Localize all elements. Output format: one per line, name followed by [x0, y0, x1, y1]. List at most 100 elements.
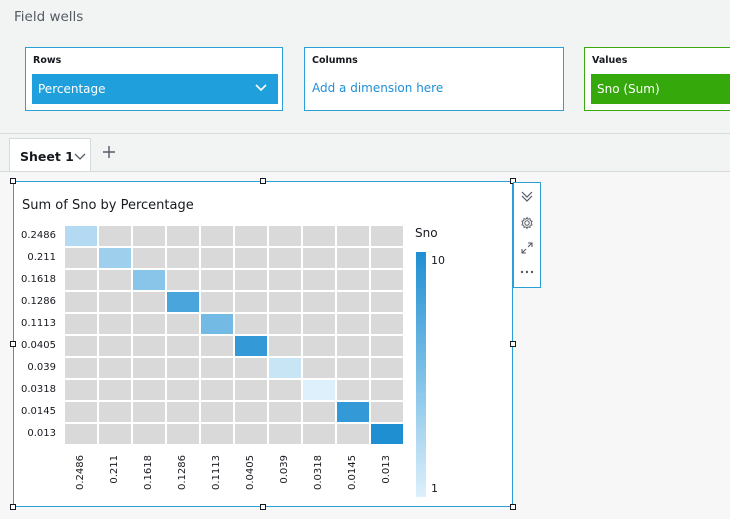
heatmap-cell[interactable]: [200, 401, 234, 423]
heatmap-cell[interactable]: [64, 269, 98, 291]
heatmap-cell[interactable]: [98, 313, 132, 335]
heatmap-cell[interactable]: [200, 423, 234, 445]
heatmap-cell[interactable]: [234, 335, 268, 357]
heatmap-cell[interactable]: [98, 291, 132, 313]
heatmap-cell[interactable]: [234, 423, 268, 445]
heatmap-cell[interactable]: [166, 247, 200, 269]
chevron-down-icon[interactable]: [74, 152, 86, 162]
heatmap-cell[interactable]: [200, 291, 234, 313]
heatmap-cell[interactable]: [268, 357, 302, 379]
heatmap-cell[interactable]: [302, 401, 336, 423]
heatmap-cell[interactable]: [64, 225, 98, 247]
heatmap-cell[interactable]: [200, 335, 234, 357]
gear-icon[interactable]: [520, 216, 534, 230]
heatmap-cell[interactable]: [200, 379, 234, 401]
heatmap-cell[interactable]: [302, 225, 336, 247]
heatmap-cell[interactable]: [336, 423, 370, 445]
resize-handle[interactable]: [10, 341, 16, 347]
heatmap-cell[interactable]: [132, 357, 166, 379]
heatmap-cell[interactable]: [132, 423, 166, 445]
expand-icon[interactable]: [520, 241, 534, 255]
heatmap-cell[interactable]: [302, 269, 336, 291]
heatmap-cell[interactable]: [370, 401, 404, 423]
add-dimension-placeholder[interactable]: Add a dimension here: [312, 81, 443, 95]
heatmap-cell[interactable]: [166, 379, 200, 401]
heatmap-cell[interactable]: [64, 401, 98, 423]
rows-field-pill[interactable]: Percentage: [32, 74, 278, 104]
resize-handle[interactable]: [10, 504, 16, 510]
heatmap-cell[interactable]: [234, 247, 268, 269]
heatmap-cell[interactable]: [132, 269, 166, 291]
more-options-icon[interactable]: [520, 269, 534, 275]
heatmap-cell[interactable]: [200, 247, 234, 269]
heatmap-cell[interactable]: [370, 423, 404, 445]
resize-handle[interactable]: [260, 504, 266, 510]
resize-handle[interactable]: [10, 178, 16, 184]
heatmap-cell[interactable]: [336, 225, 370, 247]
heatmap-cell[interactable]: [302, 423, 336, 445]
heatmap-cell[interactable]: [234, 401, 268, 423]
heatmap-cell[interactable]: [268, 379, 302, 401]
heatmap-cell[interactable]: [370, 269, 404, 291]
heatmap-visual[interactable]: Sum of Sno by Percentage 0.2486 0.211 0.16…: [13, 181, 513, 507]
heatmap-cell[interactable]: [98, 247, 132, 269]
heatmap-cell[interactable]: [98, 269, 132, 291]
heatmap-cell[interactable]: [132, 401, 166, 423]
heatmap-cell[interactable]: [302, 335, 336, 357]
heatmap-cell[interactable]: [132, 335, 166, 357]
heatmap-cell[interactable]: [234, 269, 268, 291]
heatmap-cell[interactable]: [336, 379, 370, 401]
heatmap-cell[interactable]: [200, 357, 234, 379]
heatmap-cell[interactable]: [98, 379, 132, 401]
heatmap-cell[interactable]: [268, 313, 302, 335]
heatmap-cell[interactable]: [166, 335, 200, 357]
tab-sheet-1[interactable]: Sheet 1: [9, 138, 91, 172]
heatmap-cell[interactable]: [98, 357, 132, 379]
heatmap-cell[interactable]: [336, 401, 370, 423]
heatmap-cell[interactable]: [98, 335, 132, 357]
heatmap-cell[interactable]: [336, 335, 370, 357]
heatmap-cell[interactable]: [234, 357, 268, 379]
heatmap-cell[interactable]: [370, 247, 404, 269]
rows-well[interactable]: Rows Percentage: [25, 47, 283, 111]
heatmap-cell[interactable]: [234, 291, 268, 313]
resize-handle[interactable]: [510, 504, 516, 510]
heatmap-cell[interactable]: [132, 291, 166, 313]
resize-handle[interactable]: [510, 341, 516, 347]
heatmap-cell[interactable]: [64, 313, 98, 335]
heatmap-cell[interactable]: [64, 247, 98, 269]
heatmap-cell[interactable]: [268, 335, 302, 357]
heatmap-cell[interactable]: [268, 423, 302, 445]
heatmap-cell[interactable]: [336, 291, 370, 313]
heatmap-cell[interactable]: [268, 225, 302, 247]
heatmap-cell[interactable]: [64, 357, 98, 379]
heatmap-cell[interactable]: [132, 247, 166, 269]
chevron-down-icon[interactable]: [254, 80, 268, 94]
heatmap-cell[interactable]: [166, 269, 200, 291]
heatmap-cell[interactable]: [98, 423, 132, 445]
heatmap-cell[interactable]: [200, 269, 234, 291]
heatmap-cell[interactable]: [166, 291, 200, 313]
heatmap-cell[interactable]: [302, 291, 336, 313]
heatmap-cell[interactable]: [302, 313, 336, 335]
heatmap-cell[interactable]: [370, 225, 404, 247]
heatmap-cell[interactable]: [166, 357, 200, 379]
heatmap-cell[interactable]: [234, 225, 268, 247]
heatmap-cell[interactable]: [336, 269, 370, 291]
heatmap-cell[interactable]: [64, 379, 98, 401]
heatmap-cell[interactable]: [200, 225, 234, 247]
heatmap-cell[interactable]: [268, 291, 302, 313]
heatmap-cell[interactable]: [166, 225, 200, 247]
values-field-pill[interactable]: Sno (Sum): [591, 74, 730, 104]
heatmap-cell[interactable]: [370, 335, 404, 357]
heatmap-cell[interactable]: [268, 401, 302, 423]
heatmap-cell[interactable]: [336, 313, 370, 335]
heatmap-cell[interactable]: [302, 247, 336, 269]
heatmap-cell[interactable]: [98, 225, 132, 247]
heatmap-cell[interactable]: [370, 313, 404, 335]
heatmap-cell[interactable]: [234, 313, 268, 335]
heatmap-cell[interactable]: [234, 379, 268, 401]
heatmap-cell[interactable]: [166, 423, 200, 445]
heatmap-cell[interactable]: [370, 291, 404, 313]
heatmap-cell[interactable]: [336, 357, 370, 379]
